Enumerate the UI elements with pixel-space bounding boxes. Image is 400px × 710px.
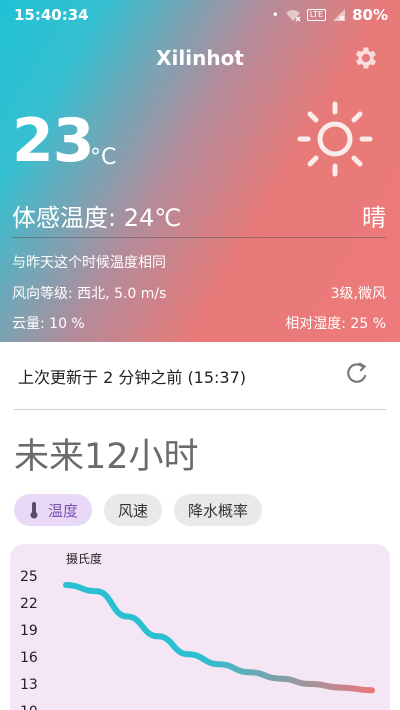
y-tick-label: 10 (20, 704, 38, 710)
wind-info: 风向等级: 西北, 5.0 m/s (12, 286, 167, 302)
tab-wind-speed[interactable]: 风速 (104, 494, 163, 526)
status-icons: • LTE 80% (272, 6, 388, 24)
divider (14, 409, 386, 410)
divider (12, 237, 386, 238)
volte-icon: LTE (306, 9, 327, 21)
temperature-chart: 摄氏度 25 22 19 16 13 10 (10, 544, 390, 710)
battery-level: 80% (352, 6, 388, 24)
weather-condition: 晴 (362, 204, 386, 232)
last-updated-text: 上次更新于 2 分钟之前 (15:37) (18, 368, 247, 387)
city-title: Xilinhot (156, 46, 244, 70)
wind-level: 3级,微风 (330, 286, 386, 302)
forecast-title: 未来12小时 (14, 437, 199, 477)
y-tick-label: 16 (20, 650, 38, 666)
current-weather-panel: 15:40:34 • LTE 80% Xilinhot 23 °C 体感温度: … (0, 0, 400, 342)
temperature-line (63, 582, 375, 694)
wifi-off-icon (285, 10, 301, 22)
status-time: 15:40:34 (14, 6, 89, 24)
signal-off-icon (333, 9, 346, 21)
tab-label: 风速 (118, 501, 149, 520)
feels-like-temperature: 体感温度: 24℃ (12, 204, 182, 232)
gear-icon[interactable] (352, 44, 380, 72)
tab-label: 降水概率 (188, 501, 249, 520)
tab-precipitation[interactable]: 降水概率 (174, 494, 263, 526)
refresh-icon[interactable] (344, 360, 370, 386)
tab-temperature[interactable]: 温度 (14, 494, 93, 526)
temperature-comparison: 与昨天这个时候温度相同 (12, 255, 166, 271)
y-axis-label: 摄氏度 (66, 551, 102, 566)
thermometer-icon (30, 502, 38, 519)
cloud-cover: 云量: 10 % (12, 316, 85, 332)
y-tick-label: 19 (20, 623, 38, 639)
tab-label: 温度 (48, 501, 79, 520)
current-temperature: 23 (12, 106, 94, 176)
y-tick-label: 22 (20, 596, 38, 612)
temperature-chart-svg: 摄氏度 25 22 19 16 13 10 (20, 551, 375, 710)
y-tick-label: 13 (20, 677, 38, 693)
temperature-unit: °C (90, 145, 117, 170)
status-bar: 15:40:34 • LTE 80% (0, 0, 400, 30)
relative-humidity: 相对湿度: 25 % (285, 316, 386, 332)
sun-icon (297, 101, 373, 177)
forecast-tabs: 温度 风速 降水概率 (14, 494, 263, 526)
y-tick-label: 25 (20, 569, 38, 585)
dot-icon: • (271, 8, 279, 22)
